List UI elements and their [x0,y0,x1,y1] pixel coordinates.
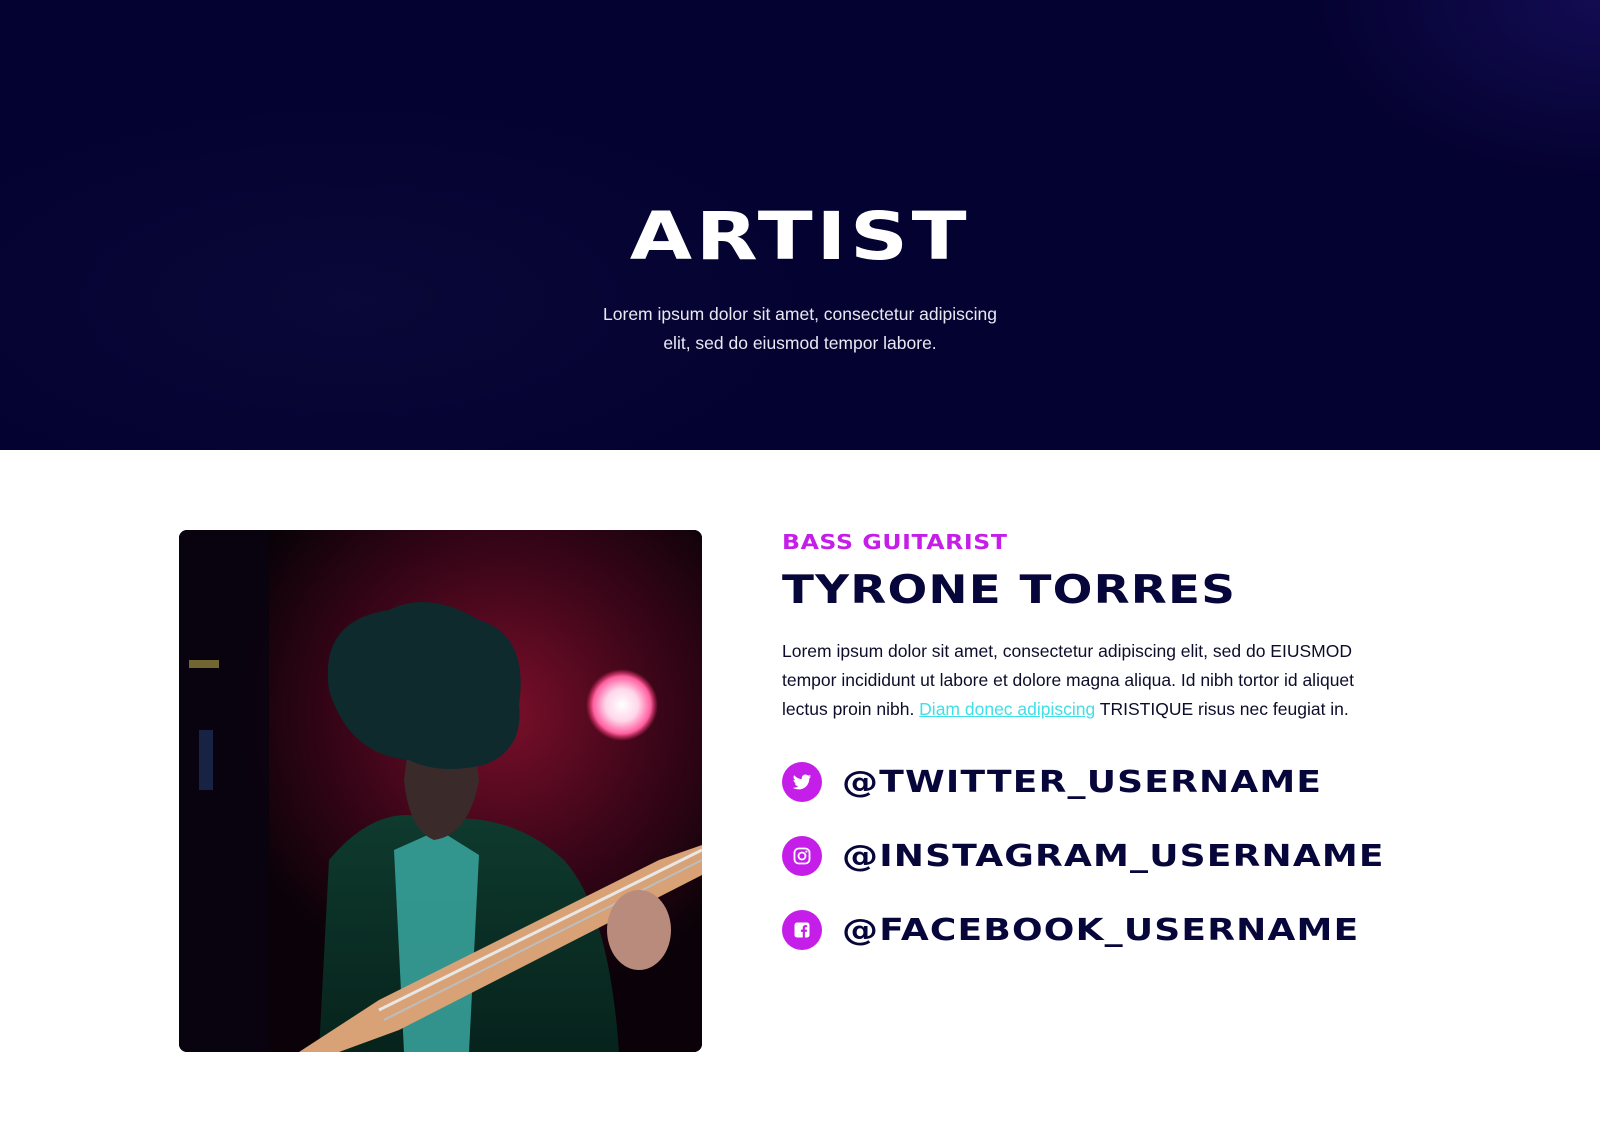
facebook-icon[interactable] [782,910,822,950]
instagram-handle[interactable]: @INSTAGRAM_USERNAME [842,839,1385,874]
bio-link[interactable]: Diam donec adipiscing [919,699,1095,719]
page-title: ARTIST [629,198,971,275]
social-twitter: @TWITTER_USERNAME [782,762,1321,802]
social-facebook: @FACEBOOK_USERNAME [782,910,1358,950]
hero-section: ARTIST Lorem ipsum dolor sit amet, conse… [0,0,1600,450]
twitter-icon[interactable] [782,762,822,802]
bio-text-end: TRISTIQUE risus nec feugiat in. [1095,699,1349,719]
social-instagram: @INSTAGRAM_USERNAME [782,836,1384,876]
twitter-handle[interactable]: @TWITTER_USERNAME [842,765,1322,800]
instagram-icon[interactable] [782,836,822,876]
artist-role: BASS GUITARIST [782,530,1008,554]
artist-name: TYRONE TORRES [782,568,1237,613]
artist-bio: Lorem ipsum dolor sit amet, consectetur … [782,637,1392,724]
facebook-handle[interactable]: @FACEBOOK_USERNAME [842,913,1359,948]
artist-photo-illustration [179,530,702,1052]
hero-subtitle: Lorem ipsum dolor sit amet, consectetur … [603,304,997,353]
artist-photo [179,530,702,1052]
